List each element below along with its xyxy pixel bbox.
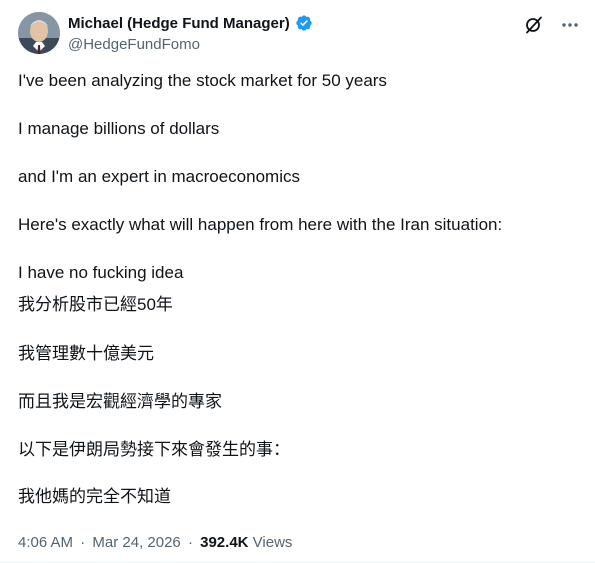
tweet-card: Michael (Hedge Fund Manager) @HedgeFundF…	[0, 0, 595, 563]
tweet-text-line: 我他媽的完全不知道	[18, 487, 171, 506]
tweet-text-line: 以下是伊朗局勢接下來會發生的事：	[18, 440, 290, 459]
author-display-name[interactable]: Michael (Hedge Fund Manager)	[68, 15, 290, 32]
more-options-icon[interactable]	[559, 14, 581, 36]
meta-separator: ·	[80, 534, 86, 551]
tweet-date[interactable]: Mar 24, 2026	[92, 534, 180, 551]
tweet-text-line: 我管理數十億美元	[18, 344, 154, 363]
author-name-row: Michael (Hedge Fund Manager)	[68, 14, 313, 32]
tweet-text-line: I manage billions of dollars	[18, 119, 220, 138]
views-count: 392.4K	[200, 534, 249, 551]
tweet-time[interactable]: 4:06 AM	[18, 534, 73, 551]
tweet-text-line: I have no fucking idea	[18, 263, 184, 282]
tweet-text-line: I've been analyzing the stock market for…	[18, 71, 387, 90]
grok-icon[interactable]	[523, 14, 545, 36]
tweet-text-line: 而且我是宏觀經濟學的專家	[18, 392, 222, 411]
author-handle[interactable]: @HedgeFundFomo	[68, 36, 200, 53]
tweet-top-actions	[523, 14, 581, 36]
verified-badge-icon	[295, 14, 313, 32]
avatar-image	[18, 12, 60, 54]
tweet-meta: 4:06 AM · Mar 24, 2026 · 392.4K Views	[18, 534, 292, 551]
tweet-text-line: 我分析股市已經50年	[18, 295, 173, 314]
meta-separator: ·	[187, 534, 193, 551]
tweet-text-line: and I'm an expert in macroeconomics	[18, 167, 300, 186]
views-label: Views	[252, 534, 293, 551]
tweet-text-line: Here's exactly what will happen from her…	[18, 215, 503, 234]
avatar[interactable]	[18, 12, 60, 54]
